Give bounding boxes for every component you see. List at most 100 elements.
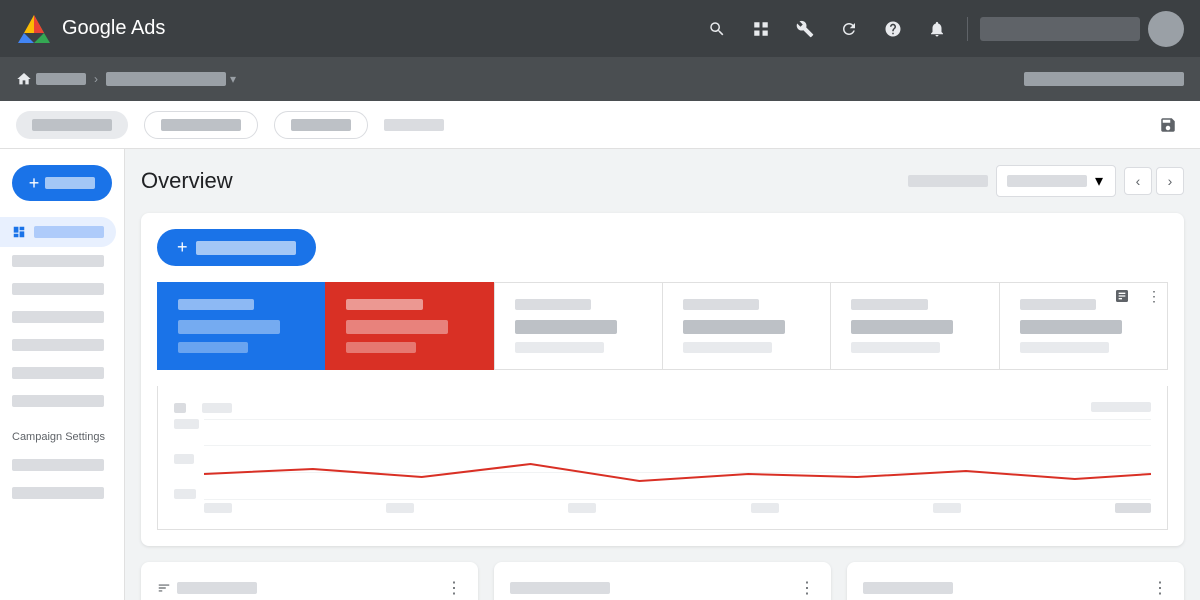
sub-nav-left: [16, 111, 444, 139]
x-tick-right: [1115, 503, 1151, 513]
save-icon[interactable]: [1152, 109, 1184, 141]
sidebar-item-ads[interactable]: [0, 303, 116, 331]
sidebar: + Campaign Settings: [0, 149, 125, 600]
bottom-card-3: ⋮: [847, 562, 1184, 600]
campaign-settings-label[interactable]: Campaign Settings: [0, 423, 124, 451]
chart-area: [157, 386, 1168, 530]
campaign-area: + ⋮: [141, 213, 1184, 546]
card1-title-text: [177, 582, 257, 594]
cost-sub: [851, 342, 940, 353]
sidebar-keywords-label: [12, 339, 104, 351]
ctr-sub: [515, 342, 604, 353]
sidebar-item-keywords[interactable]: [0, 331, 116, 359]
card2-menu-icon[interactable]: ⋮: [799, 578, 815, 598]
help-icon[interactable]: [875, 11, 911, 47]
x-axis: [204, 503, 1151, 513]
chart-legend-item1: [174, 403, 186, 413]
dropdown-chevron-icon: ▾: [1095, 171, 1103, 191]
sidebar-item-campaigns[interactable]: [0, 247, 116, 275]
sidebar-item-overview[interactable]: [0, 217, 116, 247]
sidebar-settings1-label: [12, 459, 104, 471]
impressions-value: [346, 320, 448, 334]
sidebar-overview-label: [34, 226, 104, 238]
conversions-sub: [1020, 342, 1109, 353]
more-options-icon[interactable]: ⋮: [1140, 282, 1168, 310]
notifications-icon[interactable]: [919, 11, 955, 47]
stats-container: ⋮: [157, 282, 1168, 370]
bottom-card-2: ⋮: [494, 562, 831, 600]
bottom-card-3-header: ⋮: [863, 578, 1168, 598]
sidebar-item-adgroups[interactable]: [0, 275, 116, 303]
sidebar-item-audiences[interactable]: [0, 359, 116, 387]
cpc-value: [683, 320, 785, 334]
bottom-cards: ⋮ ⋮: [141, 562, 1184, 600]
top-header: Google Ads: [0, 0, 1200, 57]
header-search-bar[interactable]: [980, 17, 1140, 41]
user-avatar[interactable]: [1148, 11, 1184, 47]
bottom-card-2-title: [510, 582, 610, 594]
subnav-campaigns-text: [32, 119, 112, 131]
nav-arrows: ‹ ›: [1124, 167, 1184, 195]
chart-svg: [204, 419, 1151, 499]
y-tick-2: [174, 454, 194, 464]
sidebar-item-bidding[interactable]: [0, 387, 116, 415]
plus-icon: +: [29, 173, 40, 194]
subnav-settings-text: [291, 119, 351, 131]
nav-breadcrumb-text: [106, 72, 226, 86]
x-tick-2: [386, 503, 414, 513]
new-campaign-button[interactable]: +: [157, 229, 316, 266]
refresh-icon[interactable]: [831, 11, 867, 47]
sidebar-item-settings1[interactable]: [0, 451, 116, 479]
subnav-settings[interactable]: [274, 111, 368, 139]
x-tick-3: [568, 503, 596, 513]
ctr-label: [515, 299, 591, 310]
filter-label: [908, 175, 988, 187]
y-tick-1: [174, 419, 199, 429]
chart-legend-label1: [202, 403, 232, 413]
card3-title-text: [863, 582, 953, 594]
sub-nav: [0, 101, 1200, 149]
nav-home[interactable]: [16, 71, 86, 87]
chart-icon[interactable]: [1108, 282, 1136, 310]
new-button[interactable]: +: [12, 165, 112, 201]
prev-arrow[interactable]: ‹: [1124, 167, 1152, 195]
chart-top: [174, 402, 1151, 413]
x-tick-4: [751, 503, 779, 513]
nav-breadcrumb-chevron[interactable]: ▾: [230, 72, 236, 86]
subnav-adgroups[interactable]: [144, 111, 258, 139]
card3-menu-icon[interactable]: ⋮: [1152, 578, 1168, 598]
filter-icon: [157, 581, 171, 595]
bottom-card-2-header: ⋮: [510, 578, 815, 598]
page-title: Overview: [141, 168, 233, 194]
new-campaign-plus-icon: +: [177, 237, 188, 258]
nav-bar: › ▾: [0, 57, 1200, 101]
date-range-dropdown[interactable]: ▾: [996, 165, 1116, 197]
chart-grid: [204, 419, 1151, 499]
nav-home-text: [36, 73, 86, 85]
nav-left: › ▾: [16, 71, 236, 87]
impressions-label: [346, 299, 422, 310]
grid-icon[interactable]: [743, 11, 779, 47]
overview-header-right: ▾ ‹ ›: [908, 165, 1184, 197]
sidebar-bidding-label: [12, 395, 104, 407]
stats-row: [157, 282, 1168, 370]
subnav-adgroups-text: [161, 119, 241, 131]
bottom-card-1-title: [157, 581, 257, 595]
chart-top-right: [1091, 402, 1151, 412]
x-tick-5: [933, 503, 961, 513]
subnav-campaigns[interactable]: [16, 111, 128, 139]
stat-card-clicks: [157, 282, 325, 370]
tools-icon[interactable]: [787, 11, 823, 47]
stat-card-impressions: [325, 282, 493, 370]
logo-area: Google Ads: [16, 11, 165, 47]
search-icon[interactable]: [699, 11, 735, 47]
clicks-value: [178, 320, 280, 334]
sidebar-item-settings2[interactable]: [0, 479, 116, 507]
bottom-card-1: ⋮: [141, 562, 478, 600]
app-title: Google Ads: [62, 17, 165, 40]
card1-menu-icon[interactable]: ⋮: [446, 578, 462, 598]
next-arrow[interactable]: ›: [1156, 167, 1184, 195]
nav-right-info: [1024, 72, 1184, 86]
nav-chevron-icon: ›: [94, 72, 98, 86]
main-layout: + Campaign Settings: [0, 149, 1200, 600]
